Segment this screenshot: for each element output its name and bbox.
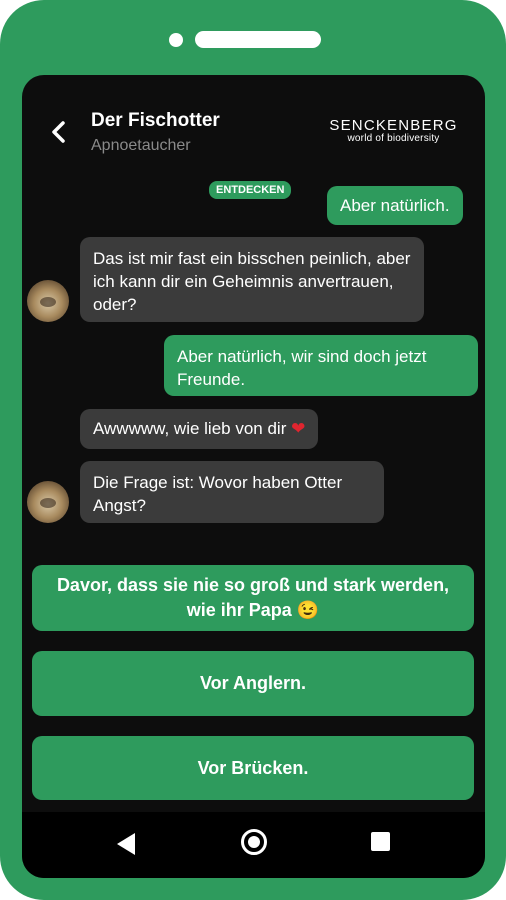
answer-button[interactable]: Vor Brücken. (32, 736, 474, 800)
app-screen: Der Fischotter Apnoetaucher SENCKENBERG … (22, 75, 485, 878)
phone-frame: Der Fischotter Apnoetaucher SENCKENBERG … (0, 0, 506, 900)
message-bot: Das ist mir fast ein bisschen peinlich, … (80, 237, 424, 322)
answer-button[interactable]: Davor, dass sie nie so groß und stark we… (32, 565, 474, 631)
camera-dot (169, 33, 183, 47)
brand-logo-name: SENCKENBERG (329, 117, 458, 134)
message-text: Awwwww, wie lieb von dir (93, 419, 287, 438)
discover-tag[interactable]: ENTDECKEN (209, 181, 292, 199)
message-user: Aber natürlich. (327, 186, 463, 225)
chevron-left-icon[interactable] (48, 119, 70, 145)
chat-title: Der Fischotter (91, 110, 220, 131)
otter-avatar (27, 280, 69, 322)
otter-avatar (27, 481, 69, 523)
message-bot: Die Frage ist: Wovor haben Otter Angst? (80, 461, 384, 523)
speaker-bar (195, 31, 321, 48)
circle-home-icon[interactable] (241, 829, 267, 855)
answer-button[interactable]: Vor Anglern. (32, 651, 474, 716)
chat-subtitle: Apnoetaucher (91, 137, 191, 154)
message-user: Aber natürlich, wir sind doch jetzt Freu… (164, 335, 478, 396)
brand-logo-tagline: world of biodiversity (347, 133, 440, 144)
square-recent-icon[interactable] (371, 832, 390, 851)
heart-emoji: ❤ (291, 419, 306, 438)
triangle-back-icon[interactable] (113, 830, 139, 858)
message-bot: Awwwww, wie lieb von dir ❤ (80, 409, 319, 449)
